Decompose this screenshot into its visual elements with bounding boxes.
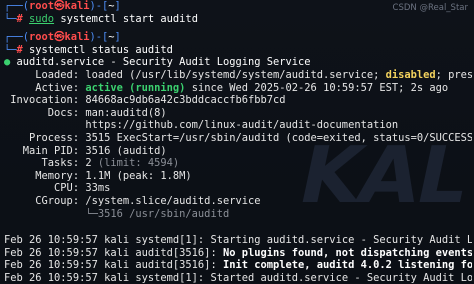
loaded-line: Loaded: loaded (/usr/lib/systemd/system/… [4, 68, 472, 81]
terminal-output: ┌──(root㉿kali)-[~] └─# sudo systemctl st… [4, 0, 472, 284]
disabled-label: disabled [385, 68, 436, 81]
active-line: Active: active (running) since Wed 2025-… [4, 81, 449, 94]
prompt-header: ┌──(root㉿kali)-[~] [4, 0, 121, 12]
cpu-line: CPU: 33ms [4, 182, 111, 195]
docs-url-line: https://github.com/linux-audit/audit-doc… [4, 119, 399, 132]
memory-line: Memory: 1.1M (peak: 1.8M) [4, 169, 192, 182]
command-line: └─# sudo systemctl start auditd [4, 12, 198, 25]
process-line: Process: 3515 ExecStart=/usr/sbin/auditd… [4, 131, 472, 144]
tasks-line: Tasks: 2 (limit: 4594) [4, 157, 180, 170]
log-line: Feb 26 10:59:57 kali systemd[1]: Started… [4, 271, 472, 284]
main-pid-line: Main PID: 3516 (auditd) [4, 144, 167, 157]
command-line: └─# systemctl status auditd [4, 43, 173, 56]
log-line: Feb 26 10:59:57 kali systemd[1]: Startin… [4, 234, 472, 247]
log-line: Feb 26 10:59:57 kali auditd[3516]: No pl… [4, 246, 472, 259]
cgroup-child-line: └─3516 /usr/sbin/auditd [4, 207, 230, 220]
service-header: ● auditd.service - Security Audit Loggin… [4, 56, 311, 69]
invocation-line: Invocation: 84668ac9db6a42c3bddcaccfb6fb… [4, 94, 286, 107]
active-state-label: active (running) [79, 81, 186, 94]
terminal-window[interactable]: KAL CSDN @Real_Star ┌──(root㉿kali)-[~] └… [0, 0, 474, 284]
docs-line: Docs: man:auditd(8) [4, 106, 167, 119]
cgroup-line: CGroup: /system.slice/auditd.service [4, 194, 261, 207]
sudo-keyword: sudo [29, 12, 55, 25]
log-line: Feb 26 10:59:57 kali auditd[3516]: Init … [4, 259, 472, 272]
prompt-header: ┌──(root㉿kali)-[~] [4, 31, 121, 44]
